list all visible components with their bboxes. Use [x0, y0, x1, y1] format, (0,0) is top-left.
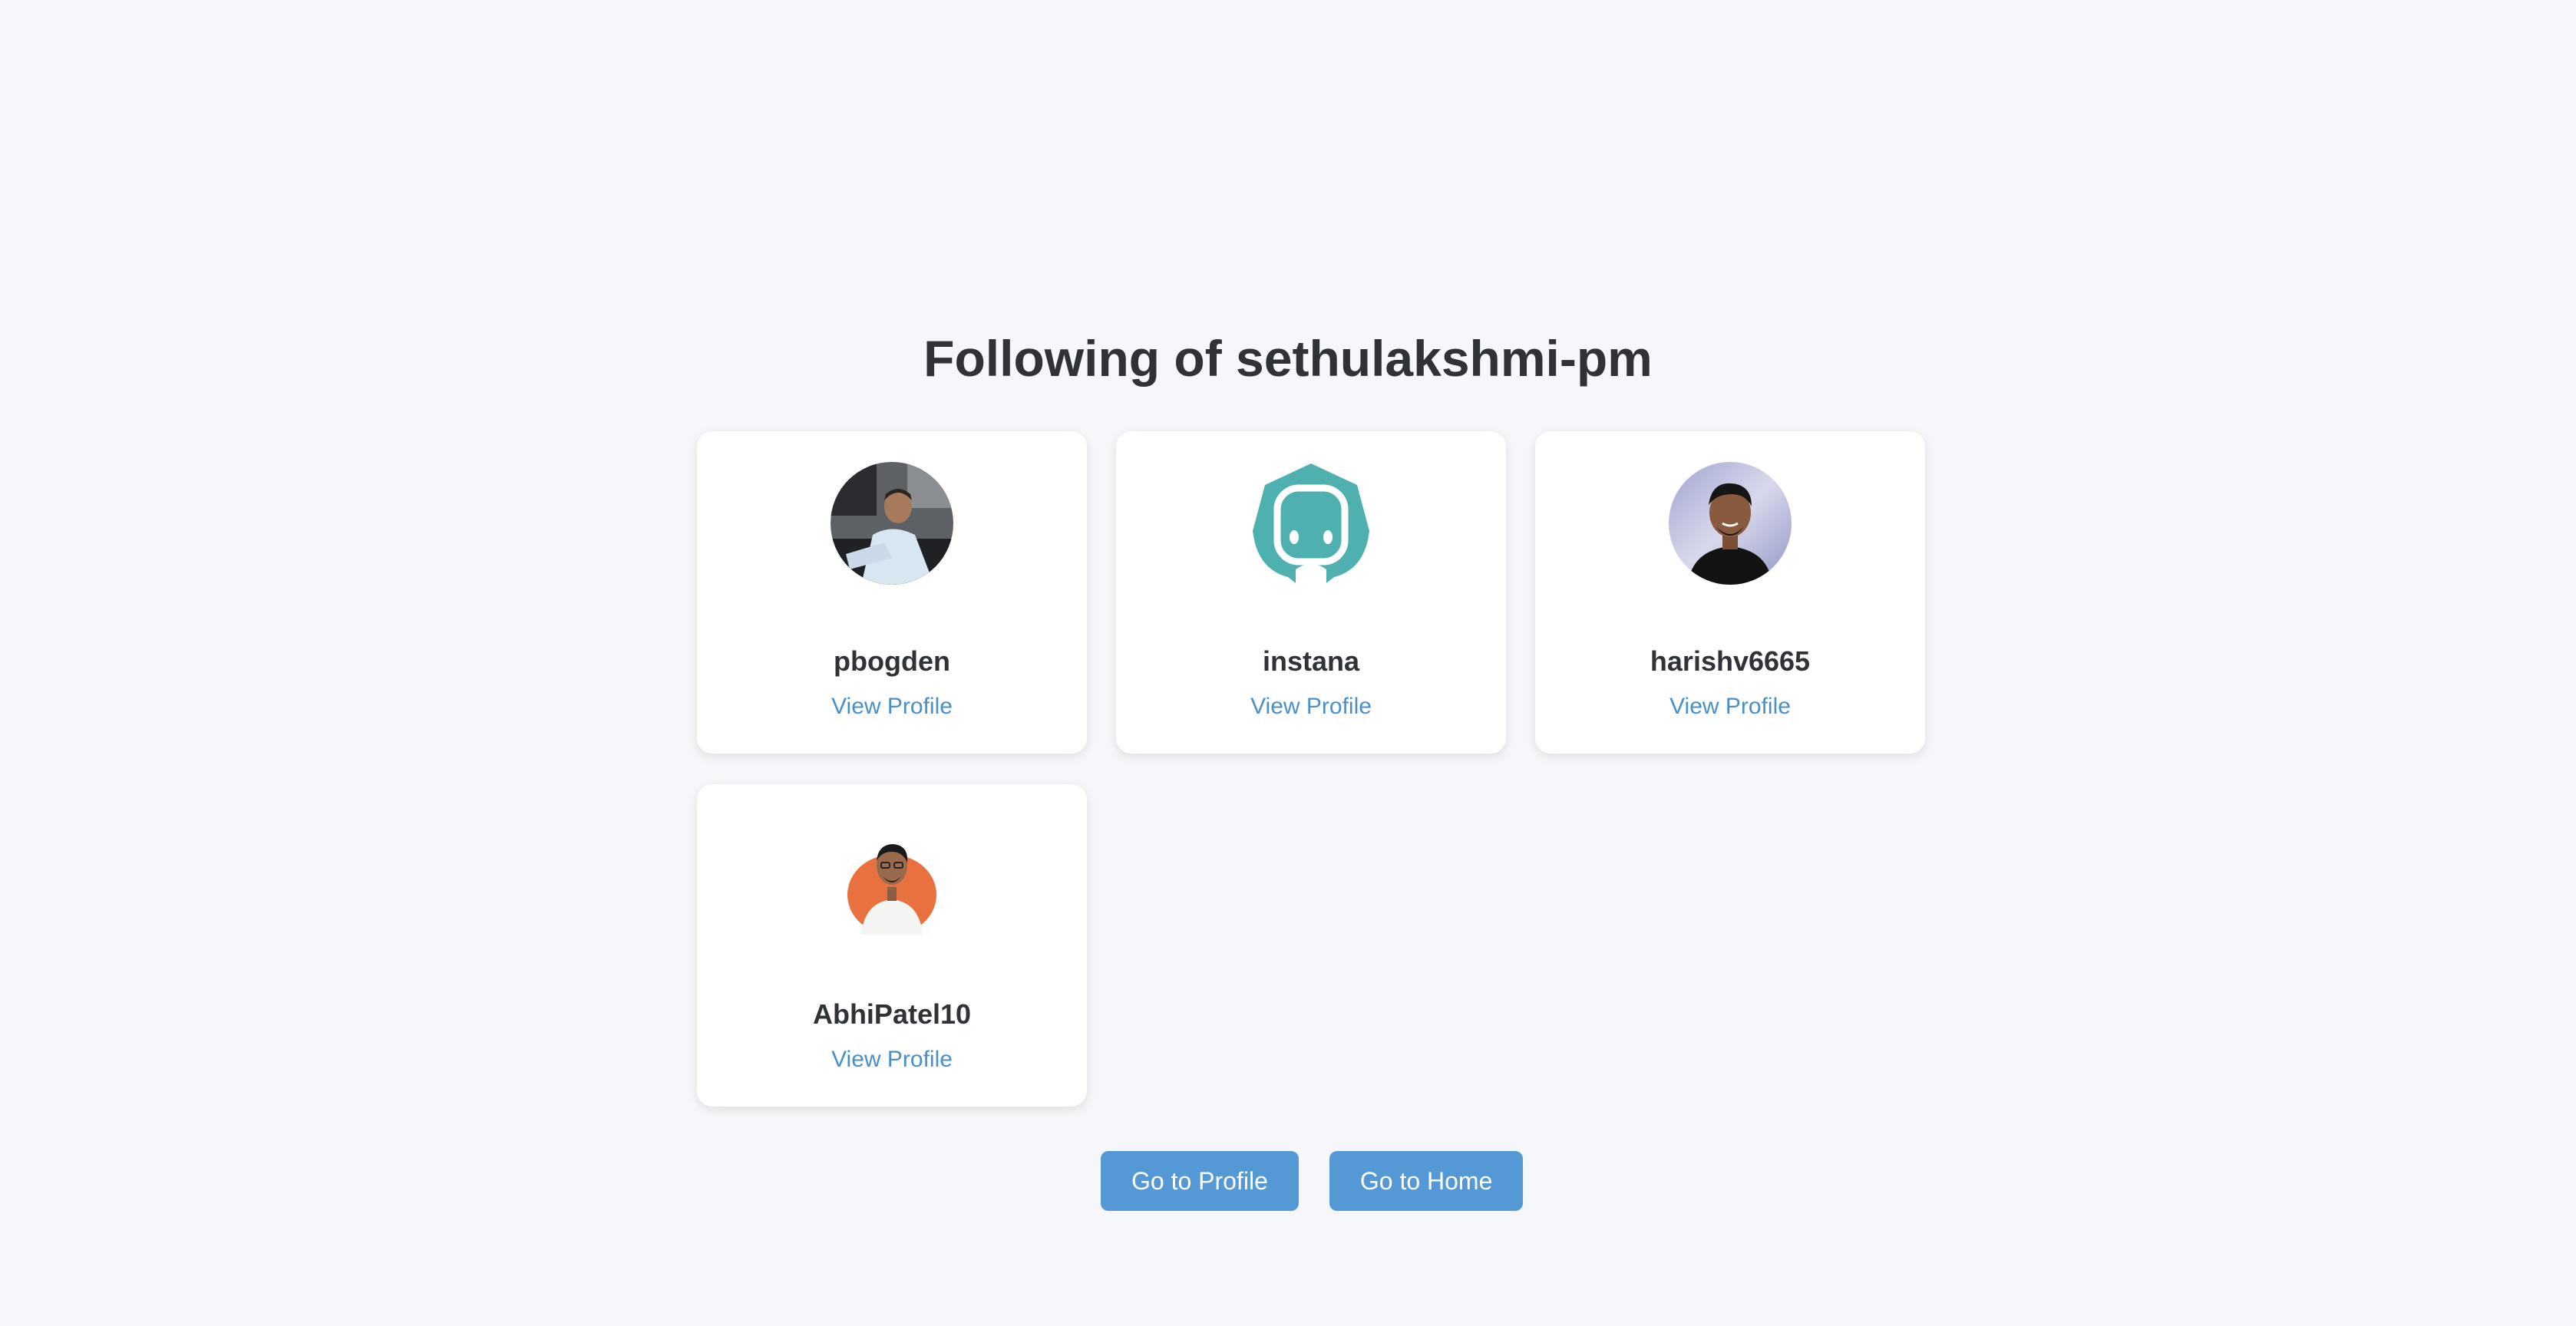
action-buttons: Go to Profile Go to Home	[1101, 1151, 1524, 1211]
view-profile-link[interactable]: View Profile	[1535, 692, 1925, 721]
view-profile-link[interactable]: View Profile	[697, 692, 1087, 721]
username: pbogden	[834, 645, 950, 677]
username: harishv6665	[1650, 645, 1811, 677]
view-profile-link[interactable]: View Profile	[1116, 692, 1506, 721]
view-profile-link[interactable]: View Profile	[697, 1045, 1087, 1074]
go-to-home-button[interactable]: Go to Home	[1329, 1151, 1524, 1211]
user-card-harishv6665: harishv6665 View Profile	[1535, 431, 1925, 754]
photo-man-at-desk-avatar	[831, 462, 953, 585]
avatar-abhipatel10[interactable]	[847, 838, 936, 935]
user-card-pbogden: pbogden View Profile	[697, 431, 1087, 754]
avatar-instana[interactable]	[1250, 462, 1372, 585]
user-card-instana: instana View Profile	[1116, 431, 1506, 754]
following-page: Following of sethulakshmi-pm pbogden Vie…	[0, 0, 2576, 1326]
go-to-profile-button[interactable]: Go to Profile	[1101, 1151, 1299, 1211]
page-title: Following of sethulakshmi-pm	[923, 330, 1653, 387]
photo-man-orange-background-avatar	[847, 844, 936, 935]
avatar-pbogden[interactable]	[831, 462, 953, 585]
user-card-abhipatel10: AbhiPatel10 View Profile	[697, 784, 1087, 1107]
username: AbhiPatel10	[812, 998, 972, 1030]
username: instana	[1262, 645, 1360, 677]
instana-robot-logo-avatar	[1253, 463, 1369, 585]
photo-smiling-man-avatar	[1669, 462, 1792, 585]
following-grid: pbogden View Profile instana View Profil…	[697, 431, 1925, 1107]
avatar-harishv6665[interactable]	[1669, 462, 1792, 585]
